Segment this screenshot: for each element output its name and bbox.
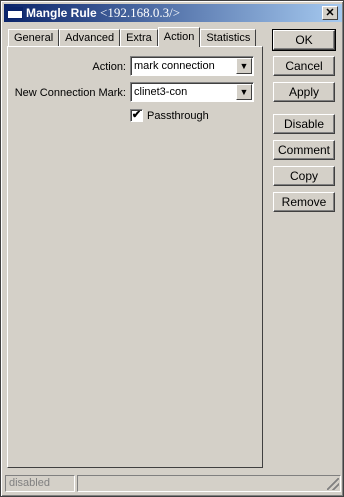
passthrough-checkbox[interactable]: ✔ bbox=[130, 109, 143, 122]
copy-button[interactable]: Copy bbox=[273, 166, 335, 186]
dropdown-arrow-icon[interactable]: ▼ bbox=[236, 58, 252, 74]
remove-button[interactable]: Remove bbox=[273, 192, 335, 212]
tab-extra[interactable]: Extra bbox=[120, 29, 158, 47]
action-tab-panel: Action: mark connection ▼ New Connection… bbox=[7, 46, 263, 468]
status-text: disabled bbox=[5, 475, 75, 492]
tab-advanced[interactable]: Advanced bbox=[59, 29, 121, 47]
passthrough-label: Passthrough bbox=[147, 109, 209, 122]
window-title-address: <192.168.0.3/> bbox=[100, 5, 181, 20]
window-icon bbox=[7, 7, 23, 19]
comment-button[interactable]: Comment bbox=[273, 140, 335, 160]
tab-strip: General Advanced Extra Action Statistics bbox=[8, 27, 257, 47]
disable-button[interactable]: Disable bbox=[273, 114, 335, 134]
tab-statistics[interactable]: Statistics bbox=[200, 29, 257, 47]
connection-mark-label: New Connection Mark: bbox=[14, 86, 126, 99]
apply-button[interactable]: Apply bbox=[273, 82, 335, 102]
cancel-button[interactable]: Cancel bbox=[273, 56, 335, 76]
action-value: mark connection bbox=[134, 60, 215, 72]
window-title: Mangle Rule <192.168.0.3/> bbox=[26, 5, 180, 21]
mangle-rule-window: Mangle Rule <192.168.0.3/> ✕ General Adv… bbox=[0, 0, 344, 497]
connection-mark-combo[interactable]: clinet3-con ▼ bbox=[130, 82, 254, 102]
ok-button[interactable]: OK bbox=[272, 29, 336, 51]
dropdown-arrow-icon[interactable]: ▼ bbox=[236, 84, 252, 100]
tab-action[interactable]: Action bbox=[157, 27, 201, 47]
passthrough-option[interactable]: ✔ Passthrough bbox=[130, 109, 209, 122]
status-empty-cell bbox=[77, 475, 341, 492]
action-row: Action: bbox=[8, 56, 126, 77]
title-bar[interactable]: Mangle Rule <192.168.0.3/> ✕ bbox=[4, 4, 342, 22]
connection-mark-value: clinet3-con bbox=[134, 86, 188, 98]
action-select[interactable]: mark connection ▼ bbox=[130, 56, 254, 76]
action-label: Action: bbox=[92, 60, 126, 73]
tab-general[interactable]: General bbox=[8, 29, 60, 47]
close-icon[interactable]: ✕ bbox=[322, 6, 338, 20]
resize-grip-icon[interactable] bbox=[327, 478, 339, 490]
window-title-main: Mangle Rule bbox=[26, 6, 97, 20]
status-bar: disabled bbox=[5, 475, 341, 492]
connection-mark-row: New Connection Mark: bbox=[8, 82, 126, 103]
